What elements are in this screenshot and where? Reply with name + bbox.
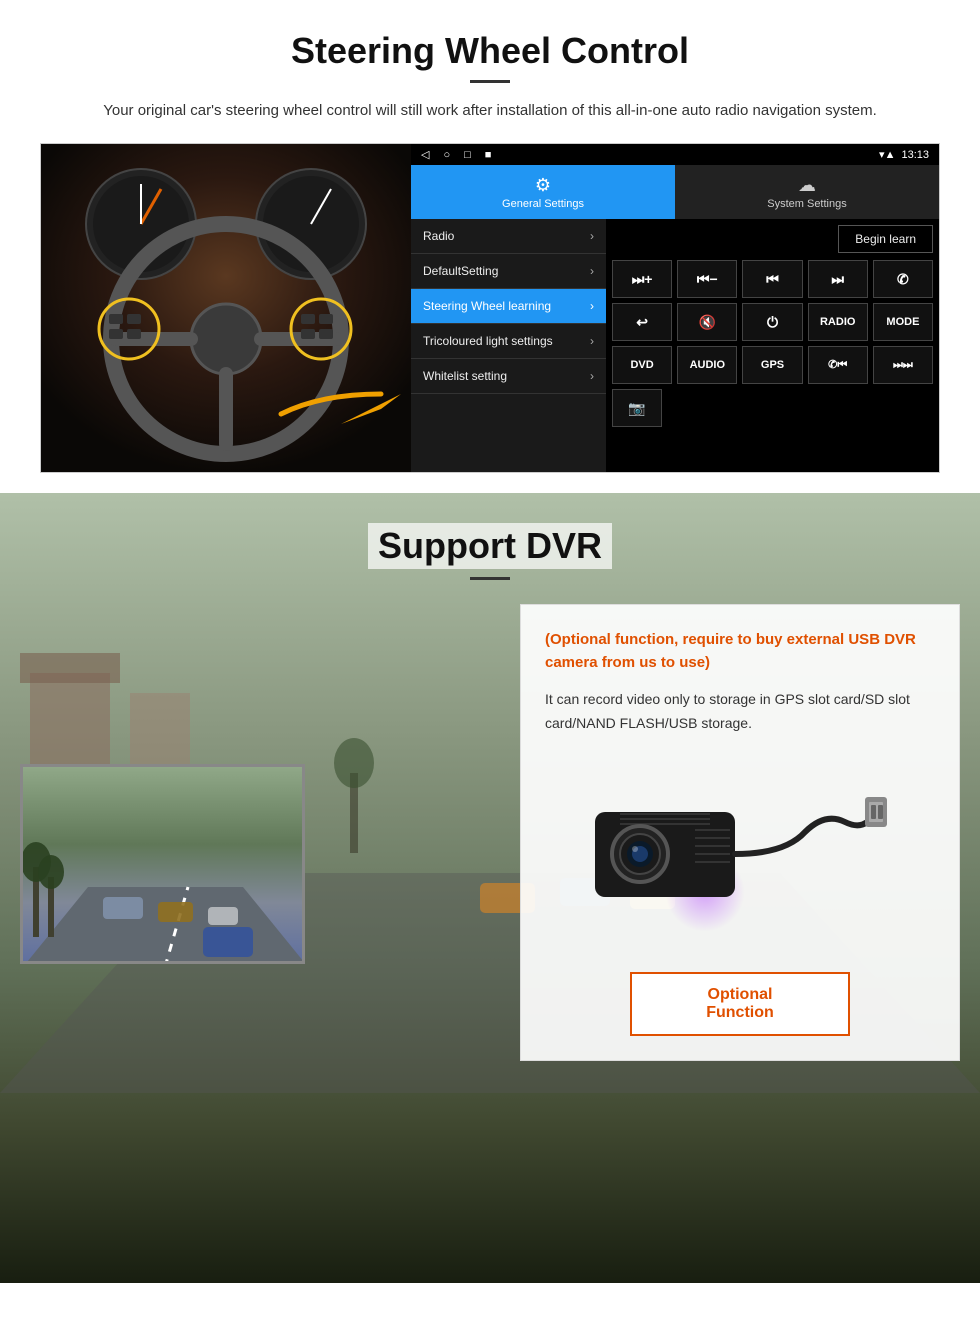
tab-bar: ⚙ General Settings ☁ System Settings [411, 165, 939, 219]
mode-button[interactable]: MODE [873, 303, 933, 341]
menu-steering-label: Steering Wheel learning [423, 299, 551, 313]
dvd-button[interactable]: DVD [612, 346, 672, 384]
audio-button[interactable]: AUDIO [677, 346, 737, 384]
arrow-icon: › [590, 369, 594, 383]
arrow-icon: › [590, 299, 594, 313]
section-title: Steering Wheel Control [40, 30, 940, 72]
ctrl-row-1: ⏭+ ⏮− ⏮ ⏭ ✆ [612, 260, 933, 298]
arrow-icon: › [590, 334, 594, 348]
menu-icon[interactable]: ■ [485, 149, 492, 161]
phone-prev-button[interactable]: ✆⏮ [808, 346, 868, 384]
menu-item-steering[interactable]: Steering Wheel learning › [411, 289, 606, 324]
arrow-icon: › [590, 264, 594, 278]
menu-items: Radio › DefaultSetting › Steering Wheel … [411, 219, 606, 472]
menu-whitelist-label: Whitelist setting [423, 369, 507, 383]
section-steering: Steering Wheel Control Your original car… [0, 0, 980, 493]
tab-system-label: System Settings [767, 198, 846, 210]
menu-default-label: DefaultSetting [423, 264, 498, 278]
gps-button[interactable]: GPS [742, 346, 802, 384]
dvr-info-card: (Optional function, require to buy exter… [520, 604, 960, 1061]
power-button[interactable]: ⏻ [742, 303, 802, 341]
begin-learn-button[interactable]: Begin learn [838, 225, 933, 253]
recent-icon[interactable]: □ [464, 149, 471, 161]
dvr-content: Support DVR [0, 493, 980, 1091]
menu-tricolour-label: Tricoloured light settings [423, 334, 553, 348]
ctrl-row-4: 📷 [612, 389, 933, 427]
dvr-description: It can record video only to storage in G… [545, 688, 935, 736]
menu-item-default[interactable]: DefaultSetting › [411, 254, 606, 289]
settings-icon: ⚙ [535, 175, 551, 196]
section-dvr: Support DVR [0, 493, 980, 1283]
vol-down-button[interactable]: ⏮− [677, 260, 737, 298]
tab-general-settings[interactable]: ⚙ General Settings [411, 165, 675, 219]
control-panel: Begin learn ⏭+ ⏮− ⏮ ⏭ ✆ ↩ 🔇 ⏻ [606, 219, 939, 472]
status-bar: ◁ ○ □ ■ ▾▲ 13:13 [411, 144, 939, 165]
home-icon[interactable]: ○ [443, 149, 450, 161]
nav-icons: ◁ ○ □ ■ [421, 148, 491, 161]
clock: 13:13 [901, 149, 929, 161]
skip-button[interactable]: ⏭⏭ [873, 346, 933, 384]
next-button[interactable]: ⏭ [808, 260, 868, 298]
section-description: Your original car's steering wheel contr… [80, 99, 900, 123]
status-icons: ▾▲ 13:13 [879, 148, 929, 161]
dvr-main: (Optional function, require to buy exter… [0, 604, 980, 1061]
ctrl-top: Begin learn [612, 225, 933, 253]
steering-wheel-photo [41, 144, 411, 473]
vol-up-button[interactable]: ⏭+ [612, 260, 672, 298]
optional-function-button[interactable]: Optional Function [630, 972, 850, 1036]
dvr-divider [470, 577, 510, 580]
hangup-button[interactable]: ↩ [612, 303, 672, 341]
arrow-icon: › [590, 229, 594, 243]
phone-button[interactable]: ✆ [873, 260, 933, 298]
dvr-title: Support DVR [368, 523, 612, 569]
camera-button[interactable]: 📷 [612, 389, 662, 427]
mute-button[interactable]: 🔇 [677, 303, 737, 341]
ctrl-row-3: DVD AUDIO GPS ✆⏮ ⏭⏭ [612, 346, 933, 384]
dvr-camera-image [545, 752, 935, 952]
title-divider [470, 80, 510, 83]
prev-button[interactable]: ⏮ [742, 260, 802, 298]
ctrl-row-2: ↩ 🔇 ⏻ RADIO MODE [612, 303, 933, 341]
tab-general-label: General Settings [502, 198, 584, 210]
menu-list: Radio › DefaultSetting › Steering Wheel … [411, 219, 939, 472]
back-icon[interactable]: ◁ [421, 148, 429, 161]
menu-item-tricoloured[interactable]: Tricoloured light settings › [411, 324, 606, 359]
system-icon: ☁ [798, 175, 816, 196]
tab-system-settings[interactable]: ☁ System Settings [675, 165, 939, 219]
android-panel: ◁ ○ □ ■ ▾▲ 13:13 ⚙ General Settings ☁ [411, 144, 939, 472]
menu-radio-label: Radio [423, 229, 454, 243]
radio-button[interactable]: RADIO [808, 303, 868, 341]
signal-icon: ▾▲ [879, 148, 895, 161]
dvr-title-area: Support DVR [0, 523, 980, 580]
steering-panel: ◁ ○ □ ■ ▾▲ 13:13 ⚙ General Settings ☁ [40, 143, 940, 473]
dvr-left [20, 604, 500, 964]
menu-item-whitelist[interactable]: Whitelist setting › [411, 359, 606, 394]
dvr-optional-text: (Optional function, require to buy exter… [545, 629, 935, 674]
menu-item-radio[interactable]: Radio › [411, 219, 606, 254]
dvr-screenshot [20, 764, 305, 964]
